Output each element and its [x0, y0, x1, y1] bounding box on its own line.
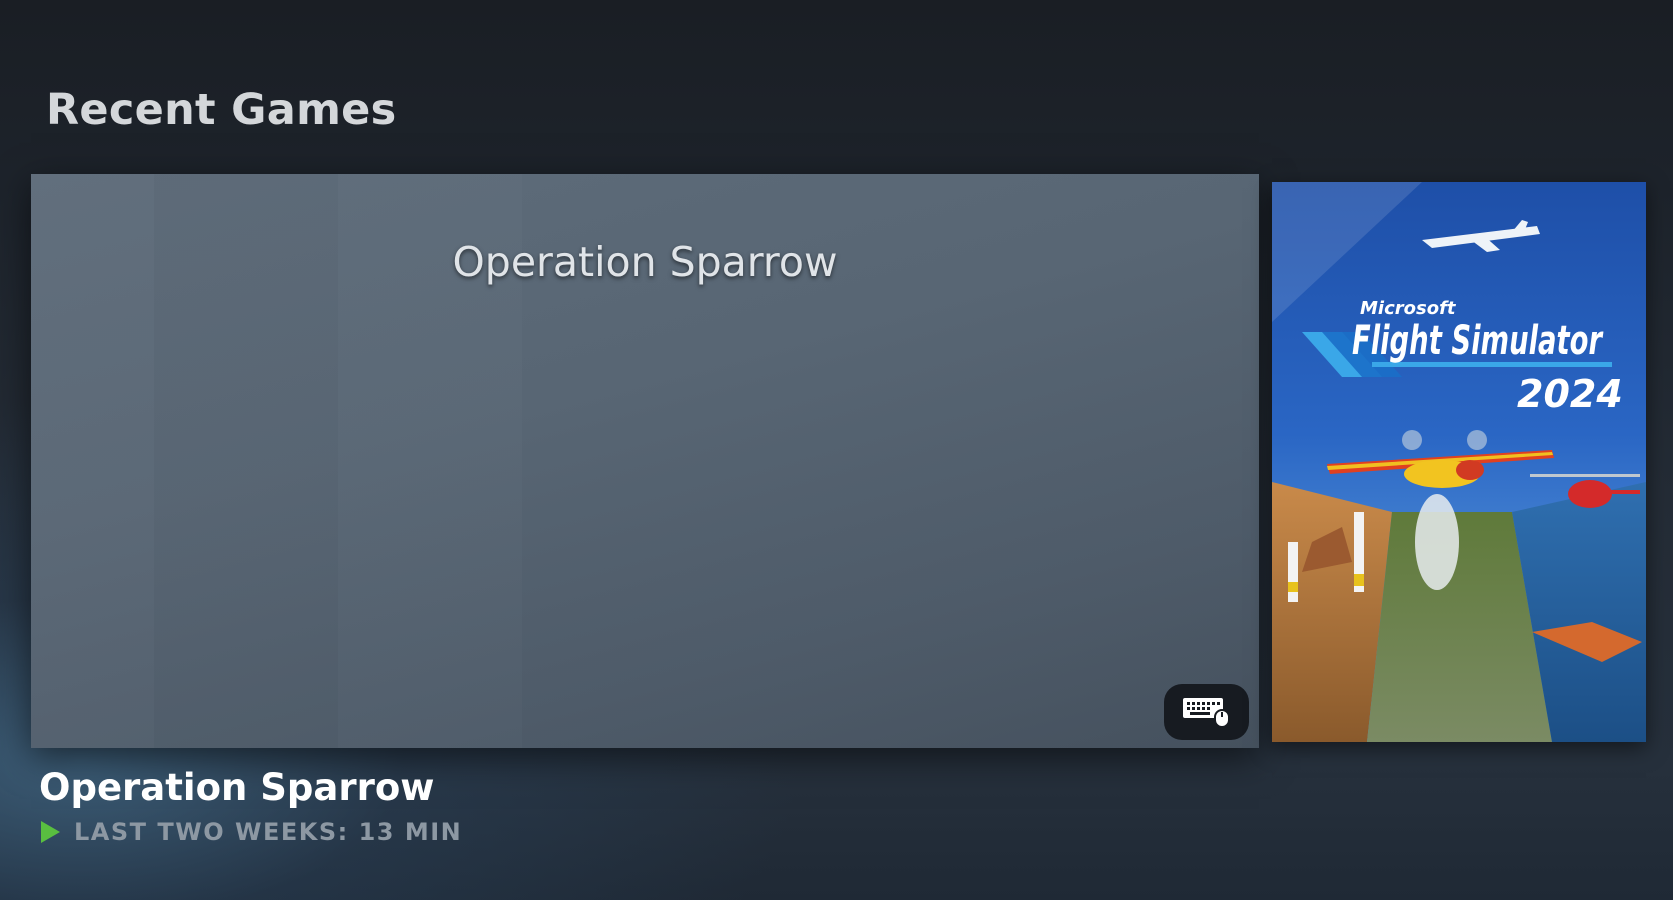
play-icon	[41, 821, 60, 843]
playtime-text: LAST TWO WEEKS: 13 MIN	[74, 818, 463, 846]
cover-publisher-text: Microsoft	[1360, 298, 1457, 319]
keyboard-mouse-icon	[1182, 698, 1230, 728]
game-card-operation-sparrow[interactable]: Operation Sparrow	[31, 174, 1259, 748]
section-title: Recent Games	[46, 85, 397, 135]
selected-game-name: Operation Sparrow	[39, 766, 435, 809]
game-card-flight-simulator-2024[interactable]: Microsoft Flight Simulator 2024	[1272, 182, 1646, 742]
cover-title-text: Flight Simulator	[1352, 318, 1604, 364]
flight-simulator-cover-art: Microsoft Flight Simulator 2024	[1272, 182, 1646, 742]
hero-game-title: Operation Sparrow	[452, 238, 838, 286]
input-type-badge	[1164, 684, 1249, 740]
cover-year-text: 2024	[1517, 372, 1623, 416]
playtime-row: LAST TWO WEEKS: 13 MIN	[41, 818, 462, 846]
